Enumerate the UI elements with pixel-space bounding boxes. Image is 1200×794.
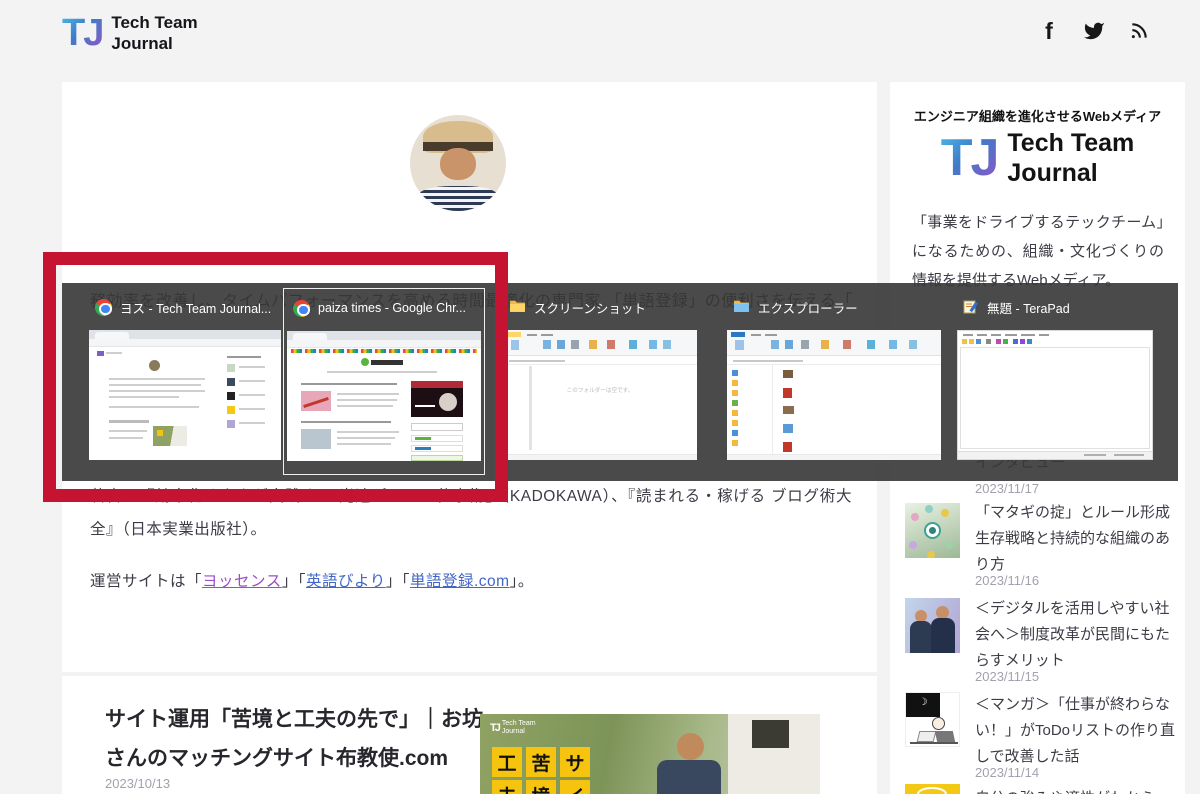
sidebar-tagline: エンジニア組織を進化させるWebメディア <box>913 109 1162 124</box>
switcher-window-screenshots[interactable]: スクリーンショット このフォルダーは空です。 <box>500 288 700 475</box>
author-bio-sites: 運営サイトは「ヨッセンス」「英語びより」「単語登録.com」。 <box>90 573 534 590</box>
sidebar-article-title[interactable]: 自分の強みや適性がわから <box>975 786 1177 794</box>
twitter-icon[interactable] <box>1083 20 1105 42</box>
sidebar-article-title[interactable]: ＜マンガ＞「仕事が終わらない！」がToDoリストの作り直しで改善した話 <box>975 692 1177 770</box>
sidebar-description: 「事業をドライブするテックチーム」になるための、組織・文化づくりの情報を提供する… <box>912 214 1164 289</box>
tj-logo-icon: TJ <box>940 129 1000 187</box>
site-logo-text: Tech Team Journal <box>111 13 198 54</box>
terapad-icon <box>963 298 979 317</box>
window-title: スクリーンショット <box>534 301 646 316</box>
window-title: エクスプローラー <box>758 301 858 316</box>
sidebar-article-title[interactable]: 「マタギの掟」とルール形成 生存戦略と持続的な組織のあり方 <box>975 500 1177 578</box>
thumbnail-logo: TJ Tech Team Journal <box>490 720 536 736</box>
sidebar-article-thumb[interactable]: ☽ <box>905 692 960 747</box>
empty-folder-hint: このフォルダーは空です。 <box>566 386 634 394</box>
article-thumbnail[interactable]: 工夫 苦境 サイ TJ Tech TeamJournal <box>480 714 820 794</box>
page: TJ Tech Team Journal f 務効率を改善し、タイムパフォーマン… <box>0 0 1200 794</box>
link-eigo-biyori[interactable]: 英語びより <box>306 573 386 590</box>
window-thumbnail <box>957 330 1153 460</box>
switcher-window-terapad[interactable]: 無題 - TeraPad <box>954 288 1156 475</box>
window-title: 無題 - TeraPad <box>987 301 1070 316</box>
article-card: サイト運用「苦境と工夫の先で」｜お坊さんのマッチングサイト布教使.com 202… <box>62 676 877 794</box>
rss-icon[interactable] <box>1128 20 1150 42</box>
article-date: 2023/10/13 <box>105 776 171 791</box>
sidebar-article-date: 2023/11/16 <box>975 573 1040 588</box>
sidebar-article-thumb[interactable] <box>905 784 960 794</box>
author-avatar[interactable] <box>410 115 506 211</box>
facebook-icon[interactable]: f <box>1038 19 1060 42</box>
sidebar-article-thumb[interactable] <box>905 503 960 558</box>
sidebar-article-title[interactable]: ＜デジタルを活用しやすい社会へ＞制度改革が民間にもたらすメリット <box>975 596 1177 674</box>
switcher-window-explorer[interactable]: エクスプローラー <box>724 288 944 475</box>
tj-logo-icon: TJ <box>62 12 104 55</box>
window-thumbnail: このフォルダーは空です。 <box>503 330 697 460</box>
social-links: f <box>1038 19 1150 42</box>
window-thumbnail <box>727 330 941 460</box>
sidebar-article-thumb[interactable] <box>905 598 960 653</box>
sidebar-article-date: 2023/11/17 <box>975 481 1040 496</box>
article-title[interactable]: サイト運用「苦境と工夫の先で」｜お坊さんのマッチングサイト布教使.com <box>105 700 490 778</box>
site-logo[interactable]: TJ Tech Team Journal <box>62 12 198 55</box>
link-tangotouroku[interactable]: 単語登録.com <box>410 573 510 590</box>
link-yossense[interactable]: ヨッセンス <box>202 573 282 590</box>
folder-icon <box>733 298 750 316</box>
annotation-red-rectangle <box>43 252 508 502</box>
sidebar-article-date: 2023/11/15 <box>975 669 1040 684</box>
folder-icon <box>509 298 526 316</box>
sidebar-article-date: 2023/11/14 <box>975 765 1040 780</box>
sidebar-logo[interactable]: TJ Tech Team Journal <box>890 128 1185 188</box>
